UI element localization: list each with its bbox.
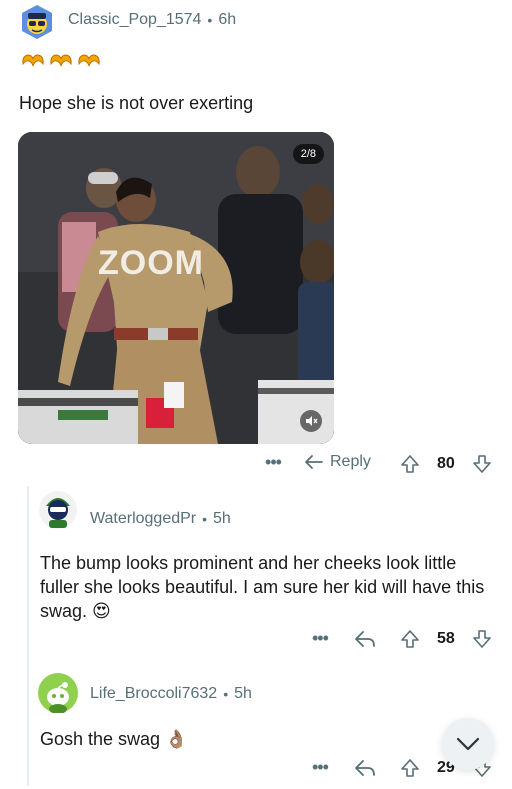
downvote-icon[interactable] xyxy=(472,454,492,479)
reply-label: Reply xyxy=(330,453,371,470)
awards-row[interactable] xyxy=(20,50,102,72)
downvote-icon[interactable] xyxy=(472,629,492,654)
heart-hands-icon xyxy=(22,54,44,67)
timestamp: 6h xyxy=(218,11,237,28)
meta-separator: • xyxy=(223,686,229,702)
comment-text: The bump looks prominent and her cheeks … xyxy=(40,553,485,621)
vote-count: 58 xyxy=(437,630,455,647)
chevron-down-icon xyxy=(456,737,480,751)
reply-icon xyxy=(305,455,323,469)
timestamp: 5h xyxy=(213,510,231,527)
media-counter: 2/8 xyxy=(292,144,324,164)
comment-text: Gosh the swag 👌🏽 xyxy=(40,729,188,749)
more-options-icon[interactable]: ••• xyxy=(312,628,329,649)
mute-icon[interactable] xyxy=(300,410,322,432)
thread-line[interactable] xyxy=(27,486,29,786)
upvote-icon[interactable] xyxy=(400,454,420,479)
photo-scene xyxy=(18,132,334,444)
avatar[interactable] xyxy=(38,673,78,714)
vote-count: 80 xyxy=(437,455,455,472)
more-options-icon[interactable]: ••• xyxy=(262,452,284,473)
username[interactable]: Life_Broccoli7632 xyxy=(90,685,217,703)
username[interactable]: WaterloggedPr xyxy=(90,510,196,528)
avatar[interactable] xyxy=(38,490,78,530)
avatar[interactable] xyxy=(18,3,56,41)
comment-media[interactable]: 2/8 ZOOM xyxy=(18,132,334,444)
timestamp: 5h xyxy=(234,685,252,702)
comment-text: Hope she is not over exerting xyxy=(19,93,254,113)
reply-icon[interactable] xyxy=(354,629,376,654)
meta-separator: • xyxy=(207,12,213,28)
comment-meta: WaterloggedPr • 5h xyxy=(90,510,231,528)
upvote-icon[interactable] xyxy=(400,758,420,783)
comment-actions: ••• xyxy=(262,452,284,473)
watermark: ZOOM xyxy=(98,244,204,282)
comment-meta: Classic_Pop_1574 • 6h xyxy=(68,11,236,29)
username[interactable]: Classic_Pop_1574 xyxy=(68,11,201,29)
more-options-icon[interactable]: ••• xyxy=(312,757,329,778)
reply-icon[interactable] xyxy=(354,758,376,783)
heart-hands-icon xyxy=(50,54,72,67)
comment-meta: Life_Broccoli7632 • 5h xyxy=(90,685,252,703)
upvote-icon[interactable] xyxy=(400,629,420,654)
meta-separator: • xyxy=(202,511,208,527)
heart-hands-icon xyxy=(78,54,100,67)
reply-button[interactable]: Reply xyxy=(304,453,371,471)
scroll-down-button[interactable] xyxy=(442,718,494,770)
